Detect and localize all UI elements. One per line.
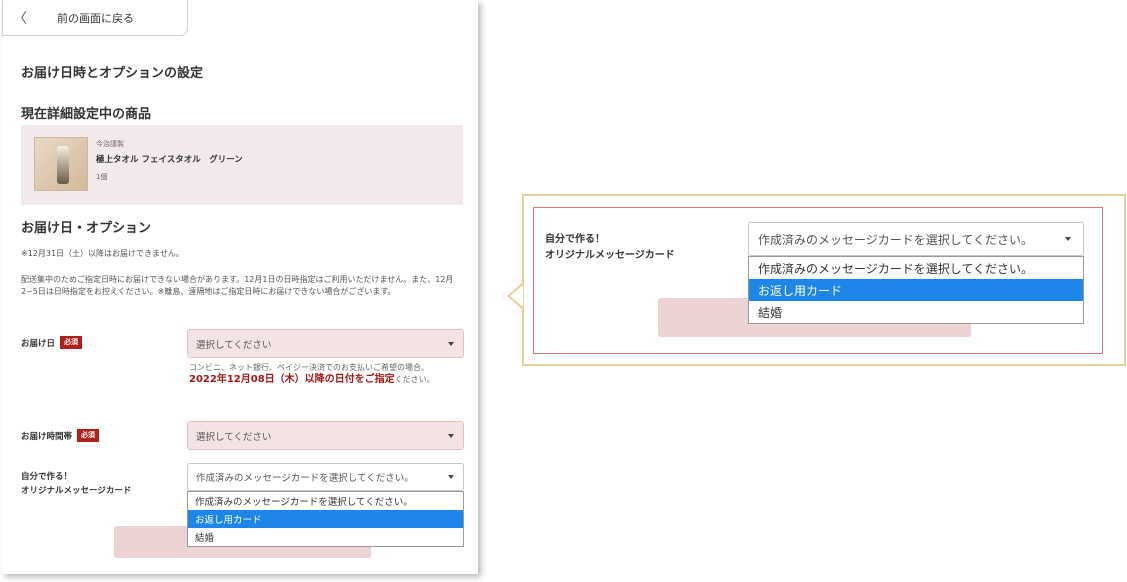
caret-down-icon <box>448 341 454 346</box>
payment-date-notice: 2022年12月08日（木）以降の日付をご指定 <box>189 374 395 385</box>
zoom-message-card-select[interactable]: 作成済みのメッセージカードを選択してください。 <box>748 222 1084 256</box>
required-badge: 必須 <box>60 336 83 349</box>
delivery-notice: 配送集中のためご指定日時にお届けできない場合があります。12月1日の日時指定はご… <box>21 275 454 296</box>
back-button[interactable]: 〈 前の画面に戻る <box>2 0 188 36</box>
dropdown-option[interactable]: 作成済みのメッセージカードを選択してください。 <box>188 492 463 510</box>
delivery-time-label: お届け時間帯 必須 <box>21 429 100 442</box>
product-image <box>34 137 88 191</box>
delivery-time-select[interactable]: 選択してください <box>187 421 464 450</box>
dropdown-option[interactable]: 結婚 <box>188 528 463 546</box>
message-card-dropdown: 作成済みのメッセージカードを選択してください。 お返し用カード 結婚 <box>187 491 464 547</box>
product-brand: 今治謹製 <box>96 140 124 148</box>
dropdown-option-highlighted[interactable]: お返し用カード <box>188 510 463 528</box>
delivery-date-hint: コンビニ、ネット銀行、ペイジー決済でのお支払いご希望の場合、 2022年12月0… <box>189 363 435 385</box>
message-card-select[interactable]: 作成済みのメッセージカードを選択してください。 <box>187 463 464 491</box>
delivery-note: ※12月31日（土）以降はお届けできません。 <box>21 249 184 258</box>
caret-down-icon <box>1065 237 1071 241</box>
caret-down-icon <box>448 475 454 479</box>
dropdown-option-highlighted[interactable]: お返し用カード <box>749 279 1083 301</box>
dropdown-option[interactable]: 結婚 <box>749 301 1083 323</box>
message-card-label: 自分で作る！ オリジナルメッセージカード <box>21 472 132 496</box>
required-badge: 必須 <box>77 429 100 442</box>
caret-down-icon <box>448 433 454 438</box>
zoom-highlight-frame: 自分で作る！ オリジナルメッセージカード 作成済みのメッセージカードを選択してく… <box>533 207 1103 354</box>
page-title: お届け日時とオプションの設定 <box>21 66 204 81</box>
current-product-heading: 現在詳細設定中の商品 <box>21 107 152 122</box>
product-quantity: 1個 <box>96 173 108 181</box>
delivery-date-label: お届け日 必須 <box>21 336 83 349</box>
dropdown-option[interactable]: 作成済みのメッセージカードを選択してください。 <box>749 257 1083 279</box>
back-button-label: 前の画面に戻る <box>57 11 134 25</box>
callout-pointer-fill <box>510 285 523 307</box>
product-card: 今治謹製 極上タオル フェイスタオル グリーン 1個 <box>21 125 463 205</box>
chevron-left-icon: 〈 <box>13 10 27 27</box>
product-name: 極上タオル フェイスタオル グリーン <box>96 155 243 165</box>
delivery-options-heading: お届け日・オプション <box>21 221 152 236</box>
zoom-message-card-dropdown: 作成済みのメッセージカードを選択してください。 お返し用カード 結婚 <box>748 256 1084 324</box>
delivery-date-select[interactable]: 選択してください <box>187 329 464 358</box>
settings-panel: 〈 前の画面に戻る お届け日時とオプションの設定 現在詳細設定中の商品 今治謹製… <box>2 0 478 574</box>
zoom-message-card-label: 自分で作る！ オリジナルメッセージカード <box>545 234 675 261</box>
